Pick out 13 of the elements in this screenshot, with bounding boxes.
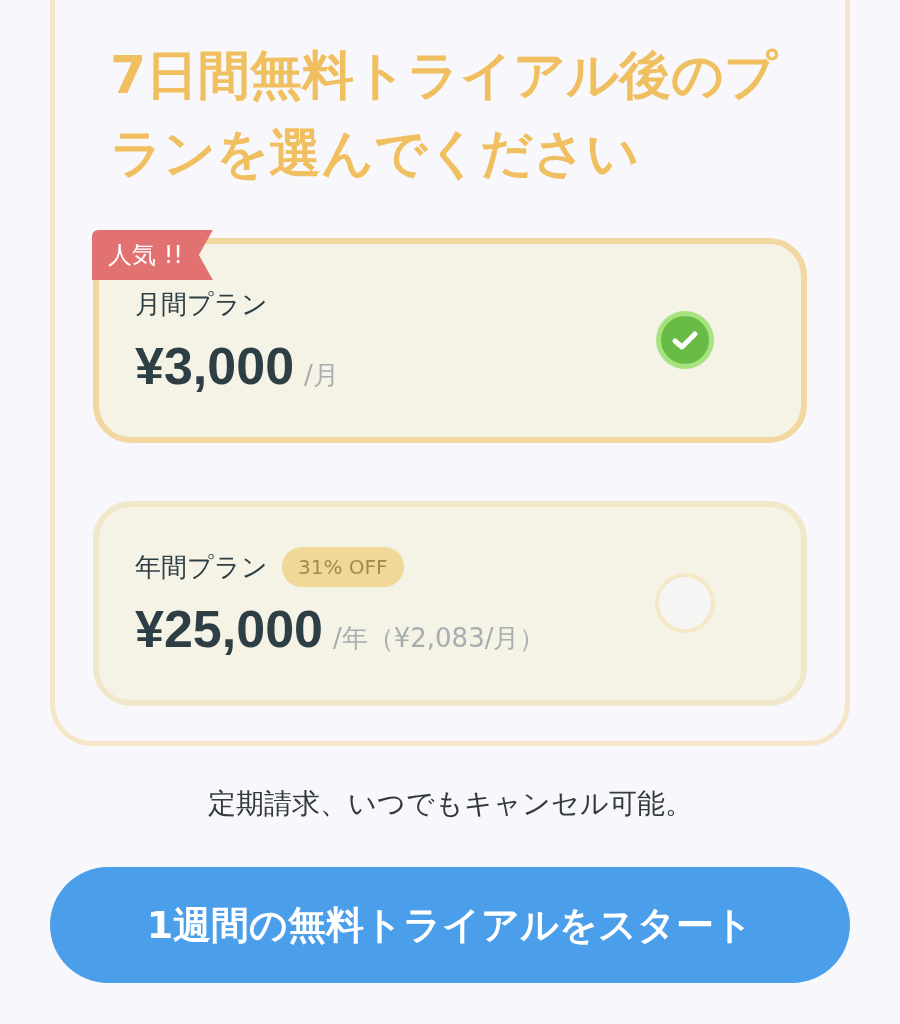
discount-badge: 31% OFF [282,547,404,587]
plan-card[interactable]: 年間プラン 31% OFF ¥25,000 /年（¥2,083/月） [93,501,807,706]
plan-price: ¥25,000 [135,599,323,659]
plan-heading: 7日間無料トライアル後のプランを選んでください [110,44,780,185]
plan-name: 年間プラン [135,551,268,584]
radio-circle-icon[interactable] [655,573,715,633]
price-unit: /月 [304,359,339,392]
price-unit: /年（¥2,083/月） [332,622,546,655]
ribbon-label: 人気 !! [92,230,213,280]
plan-name: 月間プラン [135,288,268,321]
plan-price: ¥3,000 [135,336,295,396]
billing-note: 定期請求、いつでもキャンセル可能。 [207,786,693,822]
check-circle-icon[interactable] [655,310,715,370]
